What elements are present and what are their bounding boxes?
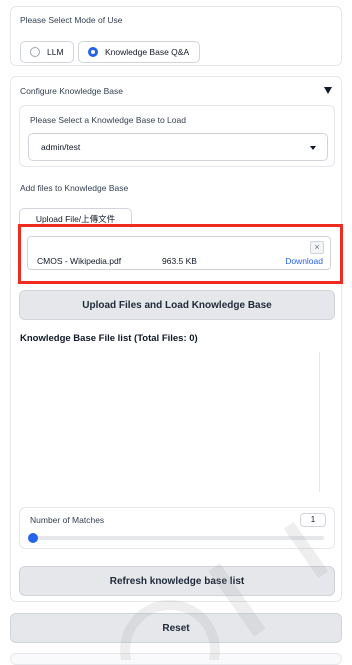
kb-select-dropdown[interactable]: admin/test [28,133,328,161]
matches-slider-track[interactable] [32,536,324,540]
triangle-down-icon[interactable] [324,87,332,94]
file-list-area [19,352,335,492]
radio-checked-icon [88,47,98,57]
upload-tab[interactable]: Upload File/上傳文件 [19,208,132,228]
mode-label: Please Select Mode of Use [20,15,123,25]
file-list-scrollbar[interactable] [319,352,335,492]
mode-panel: Please Select Mode of Use LLM Knowledge … [10,6,342,66]
kb-config-header: Configure Knowledge Base [20,86,124,96]
kb-select-value: admin/test [41,142,81,152]
file-list-title: Knowledge Base File list (Total Files: 0… [20,333,198,344]
radio-circle-icon [30,47,40,57]
radio-knowledge-base[interactable]: Knowledge Base Q&A [78,41,200,63]
refresh-kb-button[interactable]: Refresh knowledge base list [19,566,335,596]
kb-select-panel: Please Select a Knowledge Base to Load a… [19,105,335,167]
upload-tab-label: Upload File/上傳文件 [35,213,116,224]
file-size: 963.5 KB [162,256,197,266]
download-link[interactable]: Download [285,256,323,266]
reset-button[interactable]: Reset [10,613,342,643]
bottom-panel-edge [10,653,342,665]
matches-panel: Number of Matches 1 [19,507,335,549]
close-icon[interactable]: × [310,241,324,254]
kb-select-label: Please Select a Knowledge Base to Load [30,115,186,125]
matches-slider-handle[interactable] [28,533,38,543]
add-files-label: Add files to Knowledge Base [20,183,129,193]
kb-config-panel: Configure Knowledge Base Please Select a… [10,76,342,602]
uploaded-file-row: CMOS - Wikipedia.pdf 963.5 KB Download × [27,236,331,270]
file-name: CMOS - Wikipedia.pdf [37,256,122,266]
matches-number-input[interactable]: 1 [300,513,326,527]
chevron-down-icon [310,146,316,150]
radio-llm[interactable]: LLM [20,41,74,63]
radio-kb-label: Knowledge Base Q&A [105,47,190,57]
upload-load-button[interactable]: Upload Files and Load Knowledge Base [19,290,335,320]
radio-llm-label: LLM [47,47,64,57]
matches-label: Number of Matches [30,515,105,525]
